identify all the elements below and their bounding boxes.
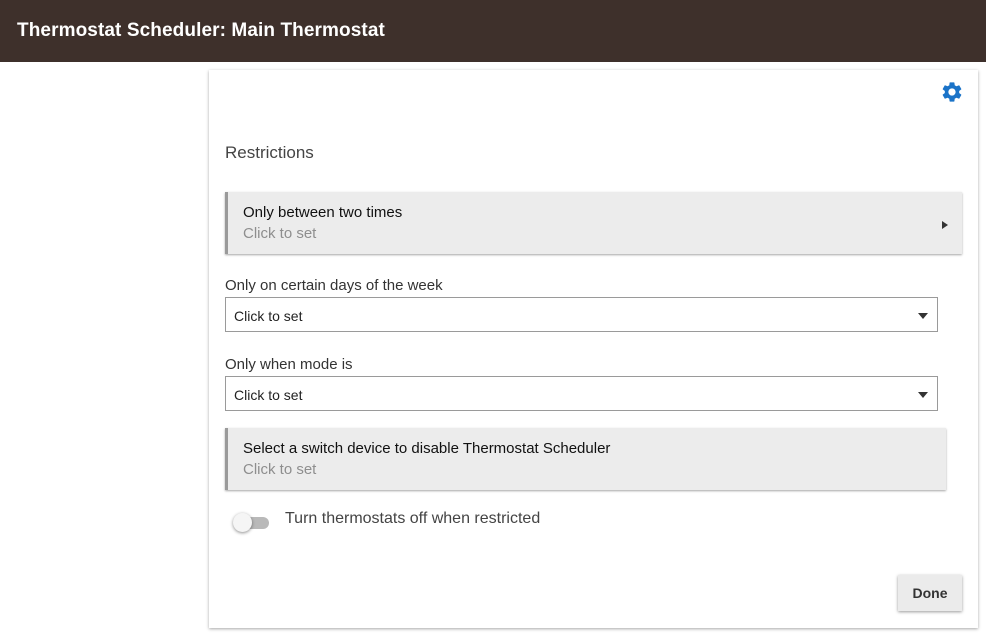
days-select-value: Click to set <box>234 308 303 324</box>
section-title: Restrictions <box>225 143 314 162</box>
time-window-value: Click to set <box>243 225 317 242</box>
time-window-button[interactable]: Only between two times Click to set <box>225 192 962 254</box>
page-title: Thermostat Scheduler: Main Thermostat <box>17 20 385 41</box>
switch-device-value: Click to set <box>243 461 317 478</box>
off-when-restricted-toggle[interactable] <box>233 512 271 532</box>
settings-button[interactable] <box>940 80 964 104</box>
dropdown-caret-icon <box>918 313 928 319</box>
days-label: Only on certain days of the week <box>225 277 443 294</box>
switch-device-title: Select a switch device to disable Thermo… <box>243 440 611 457</box>
mode-label: Only when mode is <box>225 356 353 373</box>
mode-select[interactable]: Click to set <box>225 376 938 411</box>
off-when-restricted-label: Turn thermostats off when restricted <box>285 510 541 527</box>
expand-arrow-icon <box>942 221 948 229</box>
restrictions-card: Restrictions Only between two times Clic… <box>209 70 978 628</box>
days-select[interactable]: Click to set <box>225 297 938 332</box>
mode-select-value: Click to set <box>234 387 303 403</box>
toggle-knob <box>233 513 252 532</box>
gear-icon <box>942 82 962 102</box>
dropdown-caret-icon <box>918 392 928 398</box>
switch-device-button[interactable]: Select a switch device to disable Thermo… <box>225 428 946 490</box>
done-button[interactable]: Done <box>898 575 962 611</box>
time-window-title: Only between two times <box>243 204 403 221</box>
app-header: Thermostat Scheduler: Main Thermostat <box>0 0 986 62</box>
